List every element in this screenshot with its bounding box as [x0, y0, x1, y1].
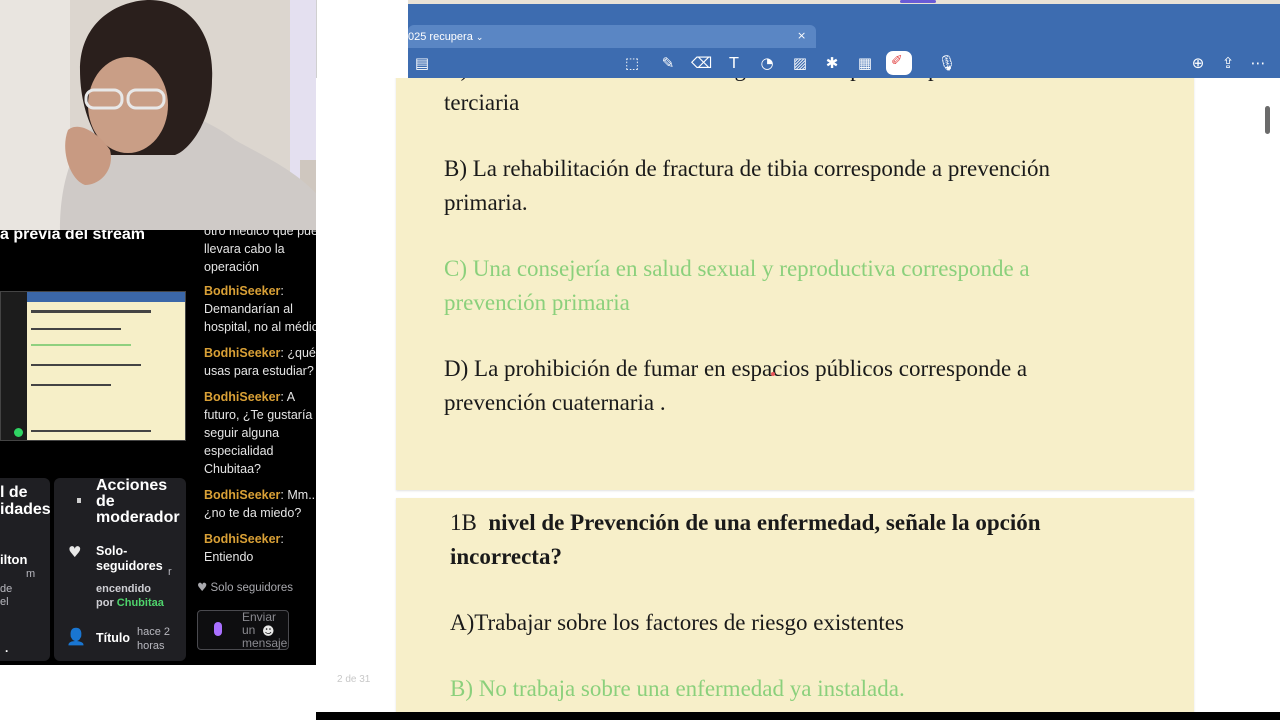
mod-card-left-dot: .: [5, 641, 9, 655]
chat-username[interactable]: BodhiSeeker: [204, 346, 280, 360]
chat-message: otro médico que pue llevara cabo la oper…: [204, 222, 320, 276]
tab-title: 025 recupera: [408, 31, 473, 43]
lasso-select-icon[interactable]: ⬚: [622, 53, 642, 73]
chat-message-text: Entiendo: [204, 550, 254, 564]
question-number: 1B: [450, 510, 477, 535]
option-c-line2: prevención primaria: [444, 290, 630, 315]
thumbnail-line: [31, 310, 151, 313]
user-edit-icon: 👤: [66, 627, 86, 646]
chat-message: BodhiSeeker: Demandarían al hospital, no…: [204, 284, 318, 334]
mod-card-left-title: l de idades: [0, 484, 51, 518]
thumbnail-line: [31, 384, 111, 386]
chat-message: BodhiSeeker: A futuro, ¿Te gustaría segu…: [204, 390, 313, 476]
app-toolbar: [408, 48, 1280, 78]
option-d-line1: D) La prohibición de fumar en espacios p…: [444, 356, 1028, 381]
vertical-scrollbar[interactable]: [1265, 106, 1270, 134]
option-c-line1: C) Una consejería en salud sexual y repr…: [444, 256, 1030, 281]
live-indicator-dot: [14, 428, 23, 437]
stream-preview-thumbnail[interactable]: [0, 291, 186, 441]
thumbnail-line: [31, 364, 141, 366]
heart-icon: ♥: [197, 580, 208, 594]
laser-pointer-button[interactable]: ✐: [886, 51, 912, 75]
question-text: nivel de Prevención de una enfermedad, s…: [488, 510, 1041, 535]
chat-message-text: Demandarían al hospital, no al médic: [204, 302, 318, 334]
thumbnail-line: [31, 328, 121, 330]
thumbnail-sidebar: [1, 292, 27, 440]
thumbnail-page: [27, 302, 185, 440]
option-a-line2: terciaria: [444, 90, 520, 115]
heart-icon: ♥: [68, 543, 82, 561]
chat-username[interactable]: BodhiSeeker: [204, 488, 280, 502]
microphone-icon[interactable]: 🎙: [932, 53, 962, 73]
title-action-label[interactable]: Título: [96, 631, 130, 645]
eraser-icon[interactable]: ⌫: [691, 53, 712, 73]
document-list-icon[interactable]: ▤: [412, 53, 432, 73]
document-tab-label[interactable]: 025 recupera ⌄: [408, 31, 483, 43]
document-page: 1B nivel de Prevención de una enfermedad…: [396, 498, 1194, 716]
option-a-line1: A) La realización de una mamografía corr…: [444, 78, 1030, 86]
chat-username[interactable]: BodhiSeeker: [204, 532, 280, 546]
followers-by-user: Chubitaa: [116, 597, 164, 609]
emoji-icon[interactable]: ☻: [262, 624, 275, 638]
bottom-bar: [316, 712, 1280, 720]
question-title-line2: incorrecta?: [450, 544, 562, 569]
chat-message-text: otro médico que pue llevara cabo la oper…: [204, 224, 318, 274]
mod-card-left-small: m: [26, 568, 36, 580]
mod-actions-bullet-icon: [77, 498, 81, 503]
option-b-line1: B) La rehabilitación de fractura de tibi…: [444, 156, 1051, 181]
thumbnail-toolbar: [27, 292, 185, 302]
chat-message: BodhiSeeker: ¿qué usas para estudiar?: [204, 346, 316, 378]
add-page-icon[interactable]: ⊕: [1188, 53, 1208, 73]
pen-icon[interactable]: ✎: [658, 53, 678, 73]
chat-send-input[interactable]: Enviar un mensaje ☻: [197, 610, 289, 650]
image-icon[interactable]: ▨: [790, 53, 810, 73]
chevron-down-icon[interactable]: ⌄: [476, 32, 484, 42]
microphone-icon[interactable]: [214, 622, 222, 636]
thumbnail-line: [31, 430, 151, 432]
chat-message: BodhiSeeker: Mm... ¿no te da miedo?: [204, 488, 319, 520]
elements-icon[interactable]: ✱: [822, 53, 842, 73]
option-b: B) No trabaja sobre una enfermedad ya in…: [450, 676, 905, 701]
close-tab-icon[interactable]: ×: [797, 29, 806, 42]
mod-card-left-user: ilton: [0, 552, 28, 567]
shapes-icon[interactable]: ◔: [757, 53, 777, 73]
followers-only-by: por Chubitaa: [96, 597, 164, 609]
followers-only-state: encendido: [96, 583, 152, 595]
option-a: A)Trabajar sobre los factores de riesgo …: [450, 610, 904, 635]
option-d-line2: prevención cuaternaria .: [444, 390, 666, 415]
document-canvas[interactable]: A) La realización de una mamografía corr…: [316, 78, 1280, 716]
text-box-icon[interactable]: T: [724, 53, 744, 73]
title-action-time: hace 2 horas: [137, 626, 171, 652]
followers-only-arrow: r: [168, 566, 172, 578]
chat-username[interactable]: BodhiSeeker: [204, 284, 280, 298]
window-grabber[interactable]: [900, 0, 936, 3]
chat-username[interactable]: BodhiSeeker: [204, 390, 280, 404]
page-counter: 2 de 31: [337, 674, 371, 685]
mod-actions-title: Acciones de moderador: [96, 477, 180, 526]
share-icon[interactable]: ⇪: [1218, 53, 1238, 73]
thumbnail-line: [31, 344, 131, 346]
option-b-line2: primaria.: [444, 190, 528, 215]
chat-panel: otro médico que pue llevara cabo la oper…: [193, 222, 320, 662]
laser-pointer-icon: ✐: [891, 53, 903, 69]
chat-followers-only-text: Solo seguidores: [210, 582, 293, 594]
chat-message: BodhiSeeker: Entiendo: [204, 532, 284, 564]
more-options-icon[interactable]: ⋯: [1248, 53, 1268, 73]
mod-card-left-lines: de el: [0, 583, 13, 608]
chat-followers-only-notice: ♥ Solo seguidores: [197, 578, 293, 597]
followers-by-prefix: por: [96, 597, 114, 609]
document-page: A) La realización de una mamografía corr…: [396, 78, 1194, 490]
question-title-line1: 1B nivel de Prevención de una enfermedad…: [450, 506, 1041, 540]
followers-only-label: Solo-seguidores: [96, 544, 163, 573]
laser-pointer-dot: [771, 372, 775, 376]
sticky-note-icon[interactable]: ▦: [855, 53, 875, 73]
